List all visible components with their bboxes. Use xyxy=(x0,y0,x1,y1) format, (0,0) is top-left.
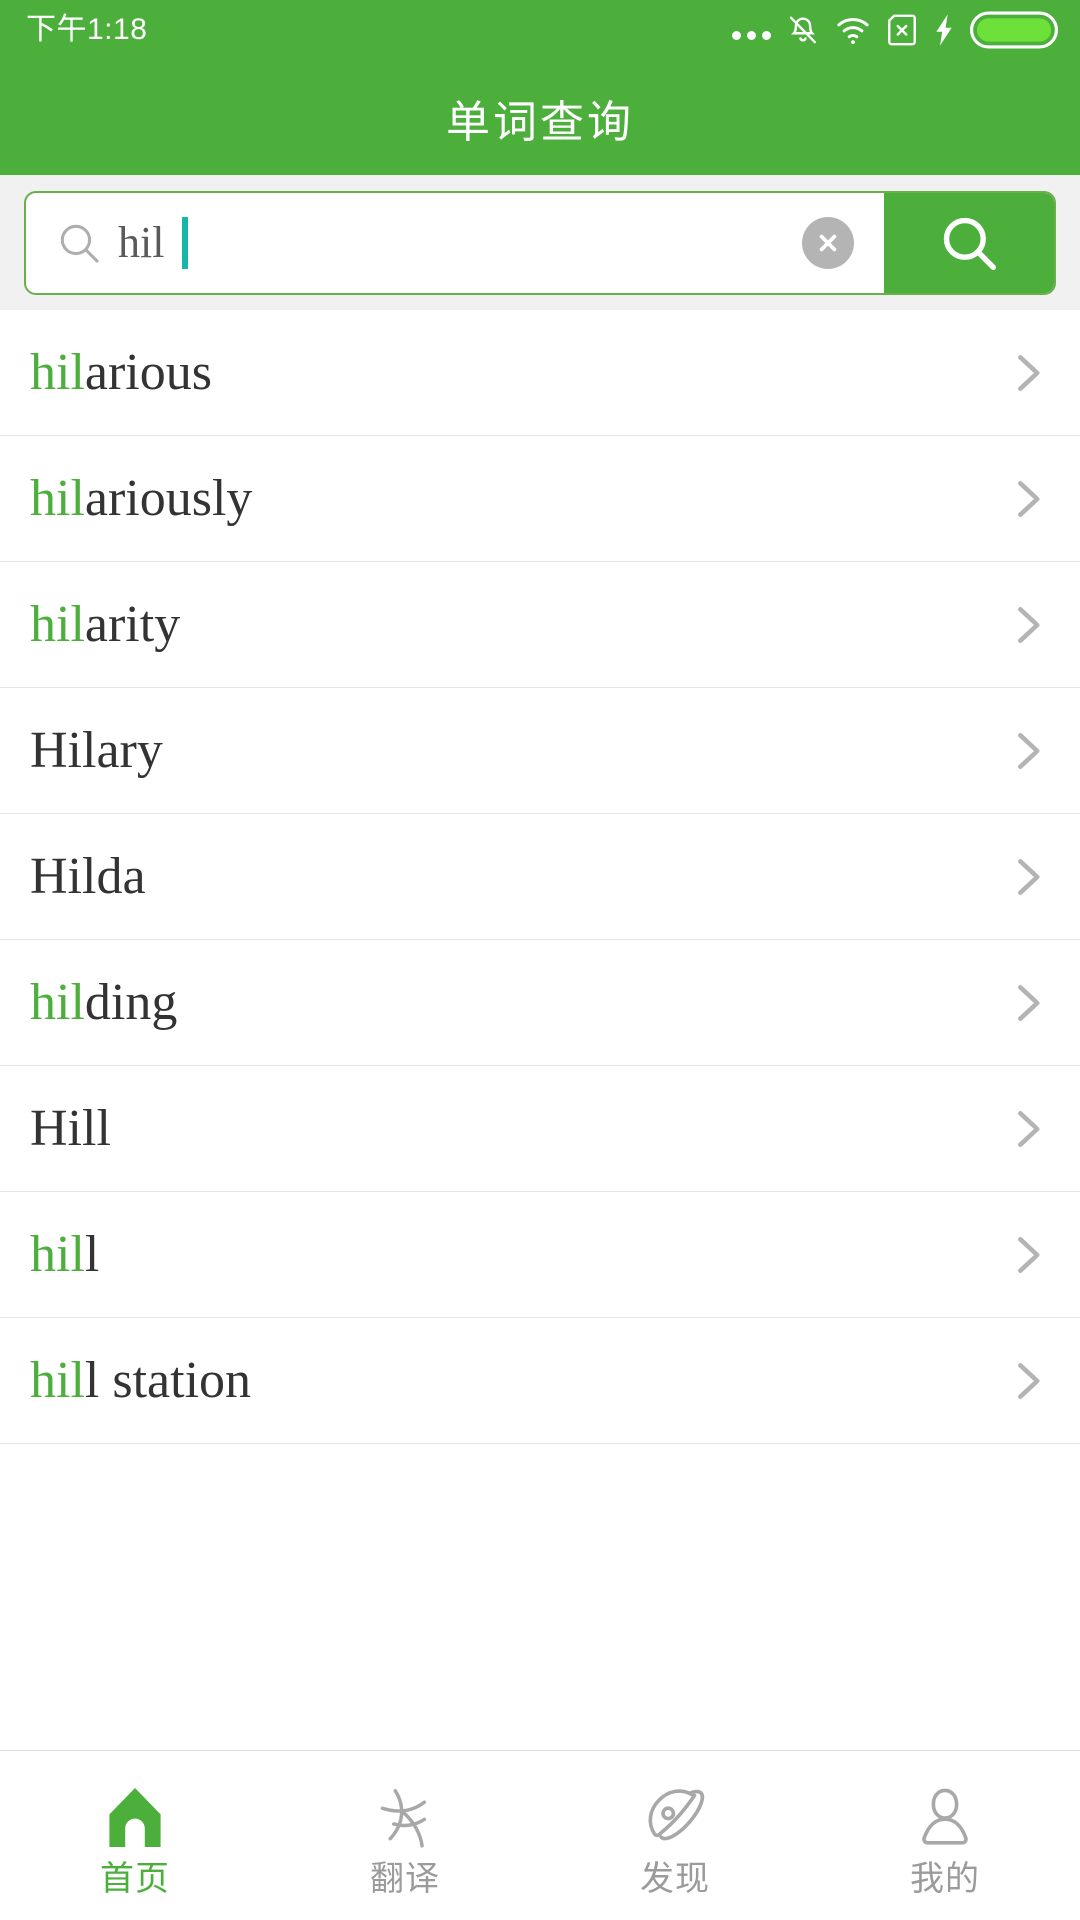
person-icon xyxy=(915,1782,975,1848)
chevron-right-icon xyxy=(1018,1362,1040,1399)
chevron-right-icon xyxy=(1018,1236,1040,1273)
suggestion-word: hilarity xyxy=(30,595,181,653)
match-prefix: hil xyxy=(30,469,85,527)
tab-profile-label: 我的 xyxy=(910,1859,980,1898)
chevron-right-icon xyxy=(1018,606,1040,643)
chevron-right-icon xyxy=(1018,732,1040,769)
rocket-icon xyxy=(640,1782,710,1848)
search-icon xyxy=(60,224,99,263)
word-remainder: arious xyxy=(84,343,212,401)
word-remainder: arity xyxy=(84,595,181,653)
battery-full-icon xyxy=(970,11,1058,49)
home-icon xyxy=(103,1782,167,1848)
word-remainder: ariously xyxy=(84,469,253,527)
search-input-value: hil xyxy=(118,217,165,267)
chevron-right-icon xyxy=(1018,858,1040,895)
list-item[interactable]: hill station xyxy=(0,1318,1080,1444)
suggestion-list[interactable]: hilarious hilariously hilarity Hilary Hi… xyxy=(0,310,1080,1750)
close-circle-icon xyxy=(819,234,837,251)
tab-discover[interactable]: 发现 xyxy=(540,1751,810,1920)
app-root: 下午1:18 单词查询 hil hilarious hilariously hi… xyxy=(0,0,1080,1920)
status-bar: 下午1:18 xyxy=(0,0,1080,60)
word-remainder: Hill xyxy=(30,1099,111,1157)
search-input[interactable]: hil xyxy=(26,193,884,293)
suggestion-word: hill xyxy=(30,1225,100,1283)
list-item[interactable]: hilarious xyxy=(0,310,1080,436)
status-icon-group xyxy=(732,11,1058,49)
match-prefix: hil xyxy=(30,1351,85,1409)
suggestion-word: hill station xyxy=(30,1351,252,1409)
suggestion-word: hilding xyxy=(30,973,178,1031)
chevron-right-icon xyxy=(1018,354,1040,391)
clear-search-button[interactable] xyxy=(802,216,854,269)
word-remainder: Hilda xyxy=(30,847,146,905)
list-item[interactable]: hilding xyxy=(0,940,1080,1066)
tab-home-label: 首页 xyxy=(100,1859,170,1898)
word-remainder: ding xyxy=(84,973,178,1031)
list-item[interactable]: Hilda xyxy=(0,814,1080,940)
chevron-right-icon xyxy=(1018,984,1040,1021)
chevron-right-icon xyxy=(1018,1110,1040,1147)
suggestion-word: hilariously xyxy=(30,469,253,527)
match-prefix: hil xyxy=(30,1225,85,1283)
tab-translate-label: 翻译 xyxy=(370,1859,440,1898)
list-item[interactable]: Hill xyxy=(0,1066,1080,1192)
charging-bolt-icon xyxy=(936,14,952,46)
tab-home[interactable]: 首页 xyxy=(0,1751,270,1920)
list-item[interactable]: hill xyxy=(0,1192,1080,1318)
word-remainder: Hilary xyxy=(30,721,163,779)
suggestion-word: Hilary xyxy=(30,721,163,779)
text-caret xyxy=(182,216,189,269)
match-prefix: hil xyxy=(30,973,85,1031)
sim-card-error-icon xyxy=(888,14,916,46)
tab-translate[interactable]: 翻译 xyxy=(270,1751,540,1920)
list-item[interactable]: hilariously xyxy=(0,436,1080,562)
match-prefix: hil xyxy=(30,595,85,653)
chevron-right-icon xyxy=(1018,480,1040,517)
search-bar[interactable]: hil xyxy=(24,190,1056,295)
bottom-tab-bar: 首页 翻译 发现 我的 xyxy=(0,1750,1080,1920)
word-remainder: l xyxy=(84,1225,100,1283)
match-prefix: hil xyxy=(30,343,85,401)
suggestion-word: Hilda xyxy=(30,847,146,905)
status-time: 下午1:18 xyxy=(26,13,148,46)
app-header: 单词查询 xyxy=(0,60,1080,175)
translate-icon xyxy=(374,1782,436,1848)
suggestion-word: hilarious xyxy=(30,343,212,401)
bell-muted-icon xyxy=(789,16,817,44)
wifi-icon xyxy=(837,18,869,45)
search-zone: hil xyxy=(0,175,1080,310)
tab-profile[interactable]: 我的 xyxy=(810,1751,1080,1920)
suggestion-word: Hill xyxy=(30,1099,111,1157)
list-item[interactable]: hilarity xyxy=(0,562,1080,688)
search-icon xyxy=(943,217,996,270)
word-remainder: l station xyxy=(84,1351,252,1409)
page-title: 单词查询 xyxy=(446,97,634,147)
more-dots-icon xyxy=(732,15,771,45)
search-submit-button[interactable] xyxy=(884,192,1054,293)
tab-discover-label: 发现 xyxy=(640,1859,710,1898)
list-item[interactable]: Hilary xyxy=(0,688,1080,814)
